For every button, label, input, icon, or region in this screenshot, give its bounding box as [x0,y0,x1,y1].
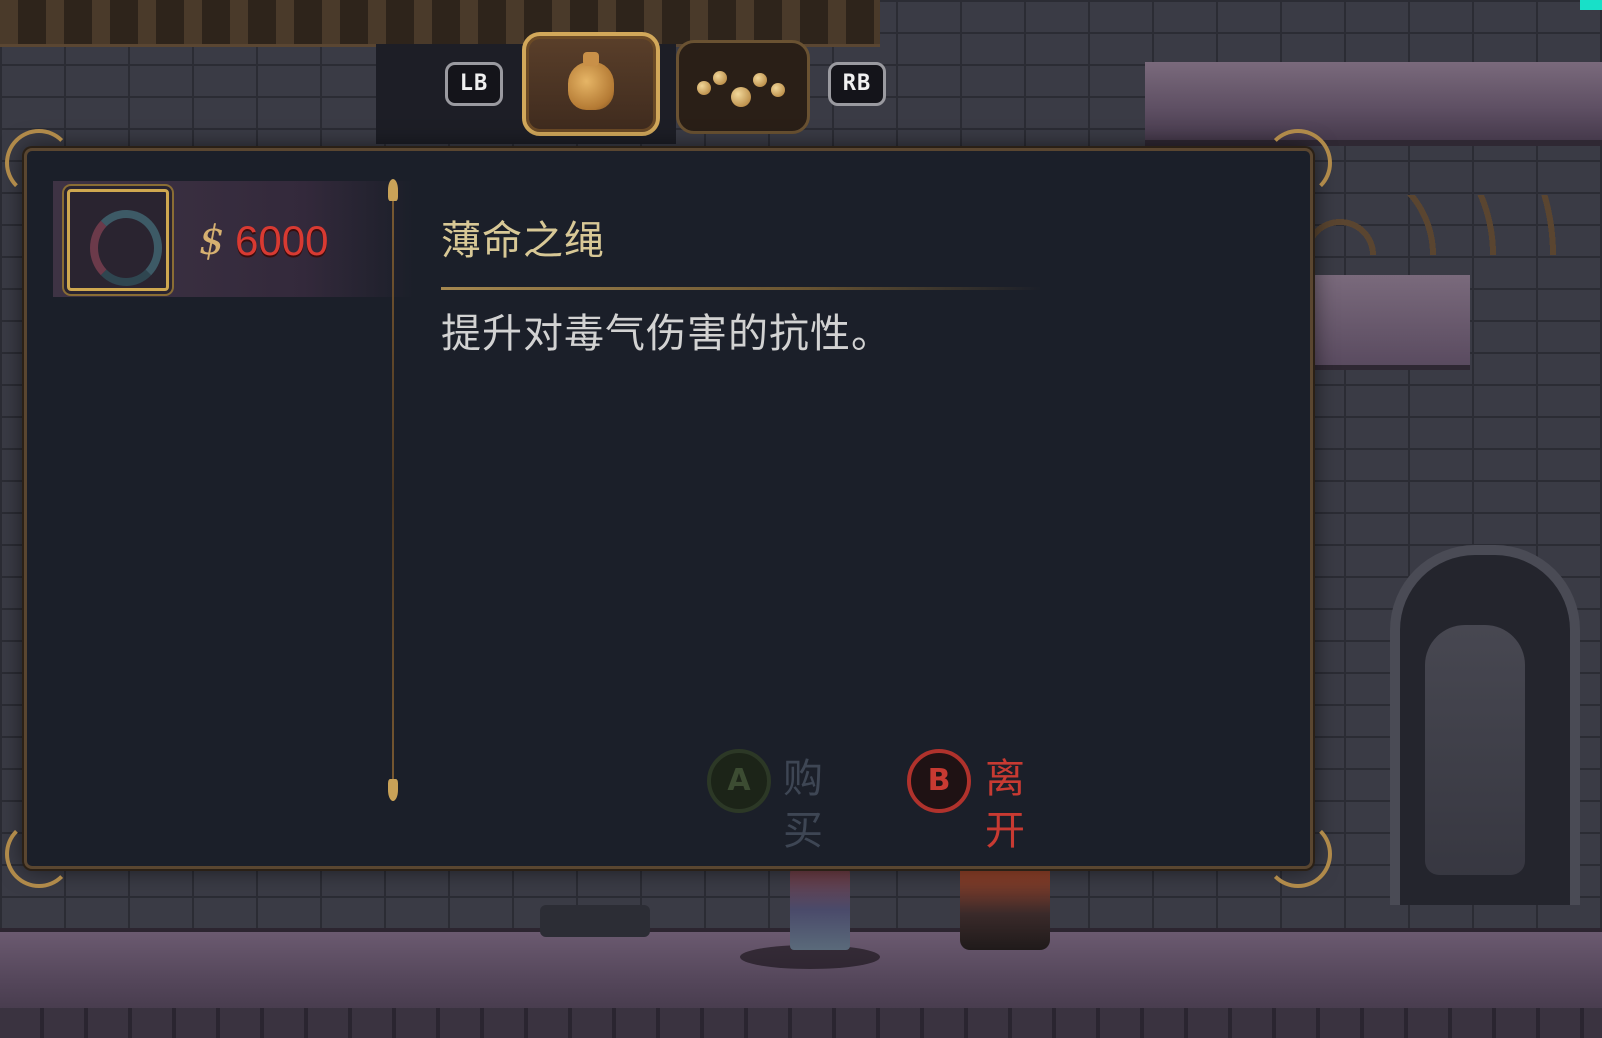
scroll-up-icon [388,179,398,201]
ornament-corner [1264,129,1332,197]
vertical-divider [392,191,394,801]
stone-balcony [1145,62,1602,146]
coiled-rope-icon [90,210,162,286]
stone-ledge [1290,275,1470,370]
statue [1425,625,1525,875]
a-button-icon[interactable]: A [707,749,771,813]
coin-sack-icon [568,52,614,110]
tab-rosaries[interactable] [676,40,810,134]
currency-icon: $ [199,218,225,264]
buy-label[interactable]: 购买 [783,753,823,857]
rosary-beads-icon [693,65,793,111]
ornament-corner [1264,820,1332,888]
corner-indicator [1580,0,1602,10]
gothic-arches [1300,195,1602,255]
scroll-down-icon [388,779,398,801]
b-button-icon[interactable]: B [907,749,971,813]
floor-edge [0,1008,1602,1038]
title-divider [441,287,1041,290]
item-price: 6000 [235,217,329,264]
merchant-character [960,860,1050,950]
player-character [790,860,850,950]
item-title: 薄命之绳 [441,218,605,264]
item-description: 提升对毒气伤害的抗性。 [441,311,892,357]
tab-consumables[interactable] [522,32,660,136]
lb-button-icon[interactable]: LB [445,62,503,106]
shop-item-row[interactable]: $ 6000 [53,181,413,297]
leave-label[interactable]: 离开 [985,753,1025,857]
rb-button-icon[interactable]: RB [828,62,886,106]
item-frame [67,189,169,291]
rubble [540,905,650,937]
shop-panel: $ 6000 薄命之绳 提升对毒气伤害的抗性。 A 购买 B 离开 [5,129,1332,888]
ornament-corner [5,820,73,888]
